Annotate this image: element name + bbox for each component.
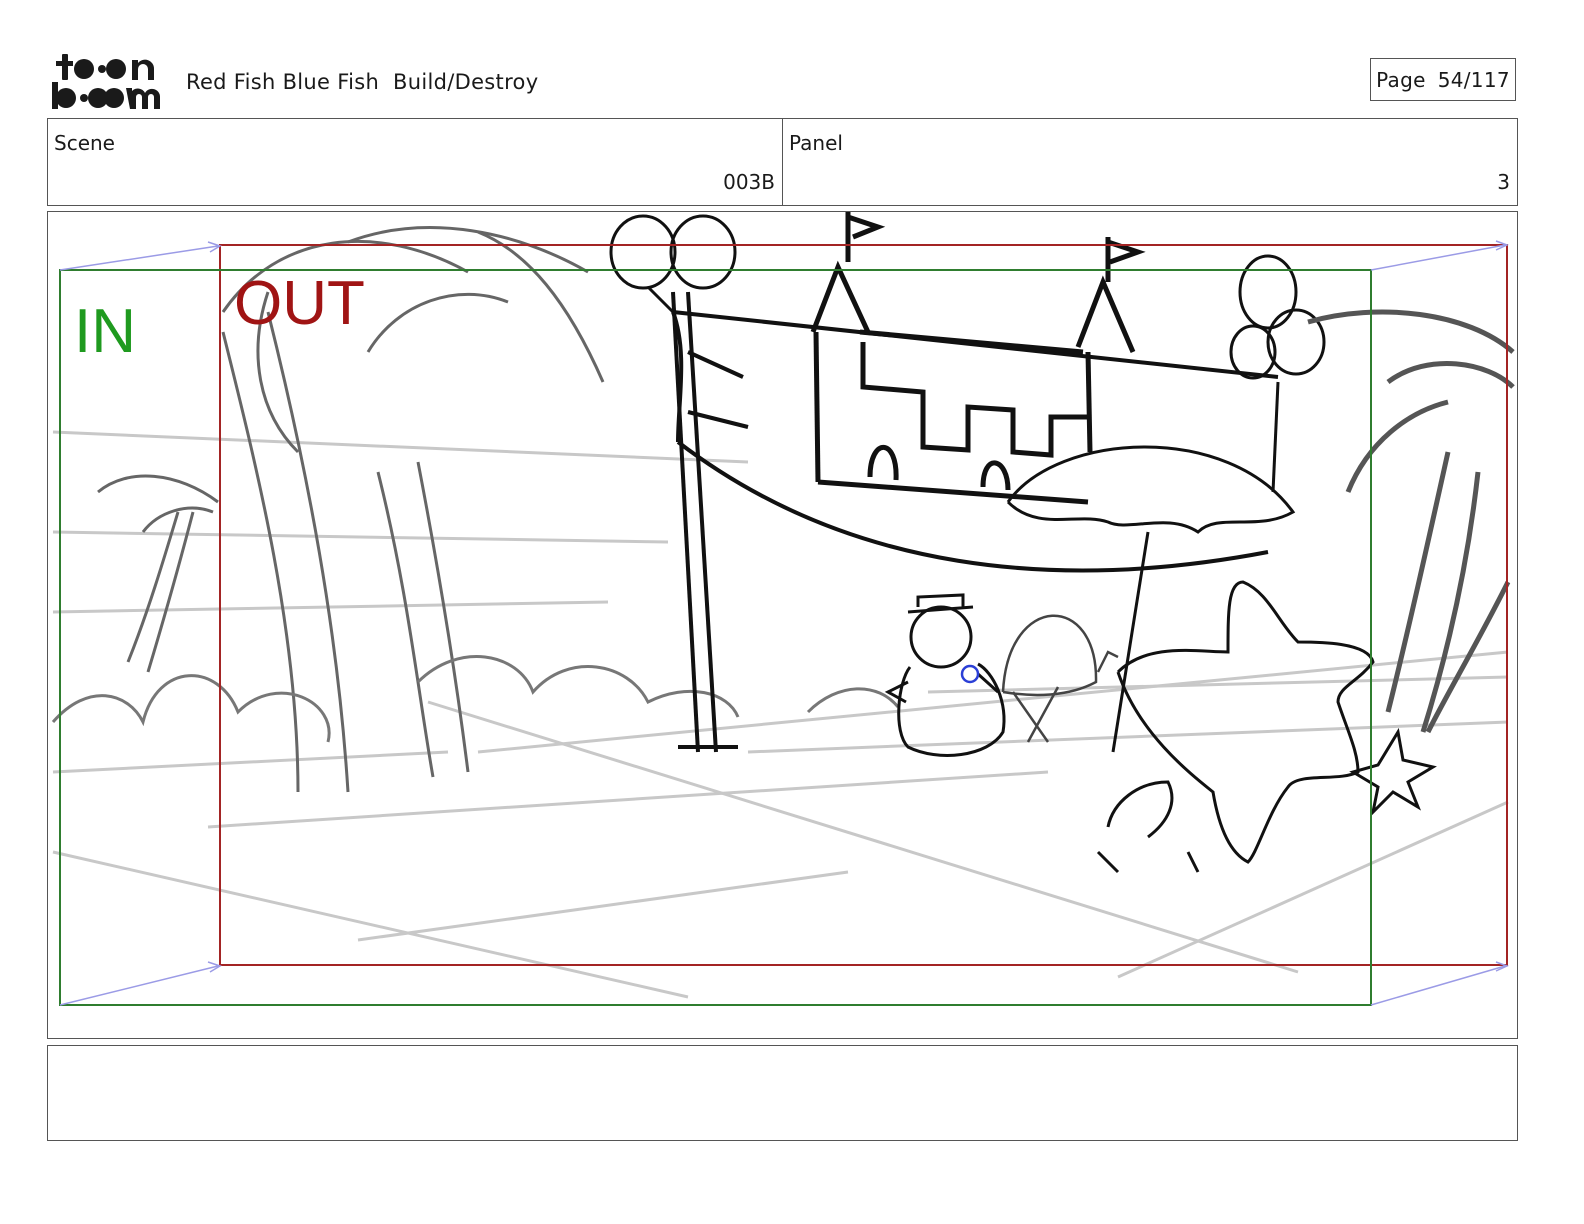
in-label: IN	[74, 297, 136, 366]
ground-grid-lines	[52, 430, 1509, 999]
page-indicator: Page 54/117	[1370, 58, 1516, 101]
toon-boom-logo	[52, 54, 161, 109]
panel-notes-box	[47, 1045, 1518, 1141]
camera-move-guides	[59, 240, 1509, 1006]
scene-panel-header: Scene 003B Panel 3	[47, 118, 1518, 206]
storyboard-title: Red Fish Blue Fish Build/Destroy	[186, 70, 539, 94]
page-label: Page	[1376, 67, 1426, 92]
castle-drawing	[810, 212, 1146, 505]
dome-chair	[1001, 614, 1119, 743]
character-sketch	[884, 593, 1006, 757]
scene-cell: Scene 003B	[48, 119, 783, 205]
banner	[671, 310, 1279, 573]
storyboard-panel-frame: IN OUT	[47, 211, 1518, 1039]
page-number: 54/117	[1437, 67, 1510, 92]
panel-value: 3	[1497, 170, 1510, 194]
beach-umbrella	[1006, 445, 1296, 753]
bushes	[51, 655, 900, 743]
panel-label: Panel	[789, 131, 843, 155]
scene-value: 003B	[723, 170, 775, 194]
scene-label: Scene	[54, 131, 115, 155]
out-label: OUT	[234, 269, 365, 338]
panel-sketch: IN OUT	[51, 212, 1515, 1006]
in-frame	[59, 269, 1372, 1006]
panel-cell: Panel 3	[783, 119, 1517, 205]
